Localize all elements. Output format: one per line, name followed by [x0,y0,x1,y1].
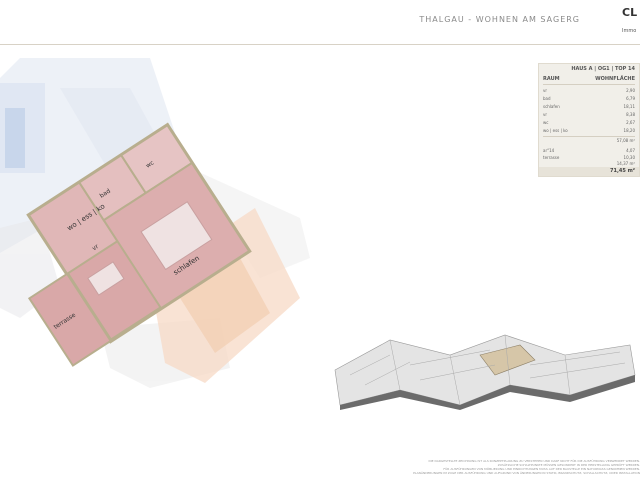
row-value: 2,90 [626,88,635,93]
row-label: vr [543,112,548,117]
unit-heading: HAUS A | OG1 | TOP 14 [571,66,635,72]
row-value: 10,30 [623,155,635,160]
row-value: 6,79 [626,96,635,101]
table-row: schlafen 18,11 [543,104,635,112]
table-row: wc 2,67 [543,120,635,128]
header-bar: THALGAU - WOHNEN AM SAGERG CL Immo [0,0,640,45]
table-row: wo | ess | ko 18,20 [543,128,635,136]
row-label: bad [543,96,551,101]
row-label: vr [543,88,548,93]
total-area: 71,45 m² [610,168,635,174]
floor-plan: wo | ess | ko schlafen terrasse bad wc v… [0,58,310,388]
row-value: 8,38 [626,112,635,117]
logo-subtext: Immo [622,28,637,34]
subtotal-living-row: 57,08 m² [543,138,635,146]
row-value: 2,67 [626,120,635,125]
total-row: 71,45 m² [539,167,639,176]
company-logo: CL Immo [618,0,640,40]
area-table: HAUS A | OG1 | TOP 14 RAUM WOHNFLÄCHE vr… [538,63,640,177]
row-label: terrasse [543,155,560,160]
table-row: vr 8,38 [543,112,635,120]
isometric-building [334,334,636,410]
table-row: vr 2,90 [543,88,635,96]
area-table-header: HAUS A | OG1 | TOP 14 [539,64,639,74]
row-value: 18,20 [623,128,635,133]
divider [543,84,635,85]
disclaimer: DIE DARGESTELLTE ZEICHNUNG IST ALS KONZE… [400,459,640,475]
row-label: wo | ess | ko [543,128,568,133]
row-label: wc [543,120,549,125]
row-label: ar°14 [543,148,555,153]
project-title: THALGAU - WOHNEN AM SAGERG [419,15,580,24]
column-room: RAUM [543,76,560,82]
disclaimer-line: PLANÄNDERUNGEN IM ZUGE DER AUSFÜHRUNG UN… [413,471,640,475]
row-value: 18,11 [623,104,635,109]
table-row: bad 6,79 [543,96,635,104]
divider [543,136,635,137]
row-label: schlafen [543,104,560,109]
column-area: WOHNFLÄCHE [595,76,635,82]
row-value: 4,07 [626,148,635,153]
subtotal-extras: 14,37 m² [616,161,635,166]
logo-text: CL [622,6,638,19]
subtotal-living: 57,08 m² [616,138,635,143]
